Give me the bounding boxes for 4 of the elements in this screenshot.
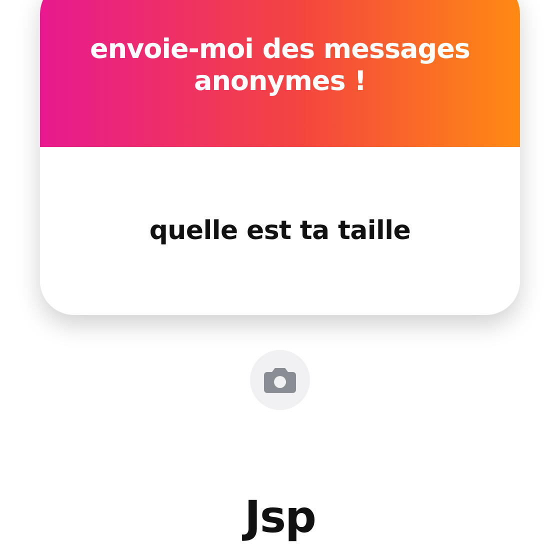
camera-icon [264,367,296,393]
question-text: quelle est ta taille [149,216,411,246]
answer-text: Jsp [244,492,316,543]
card-title: envoie-moi des messages anonymes ! [89,34,471,99]
